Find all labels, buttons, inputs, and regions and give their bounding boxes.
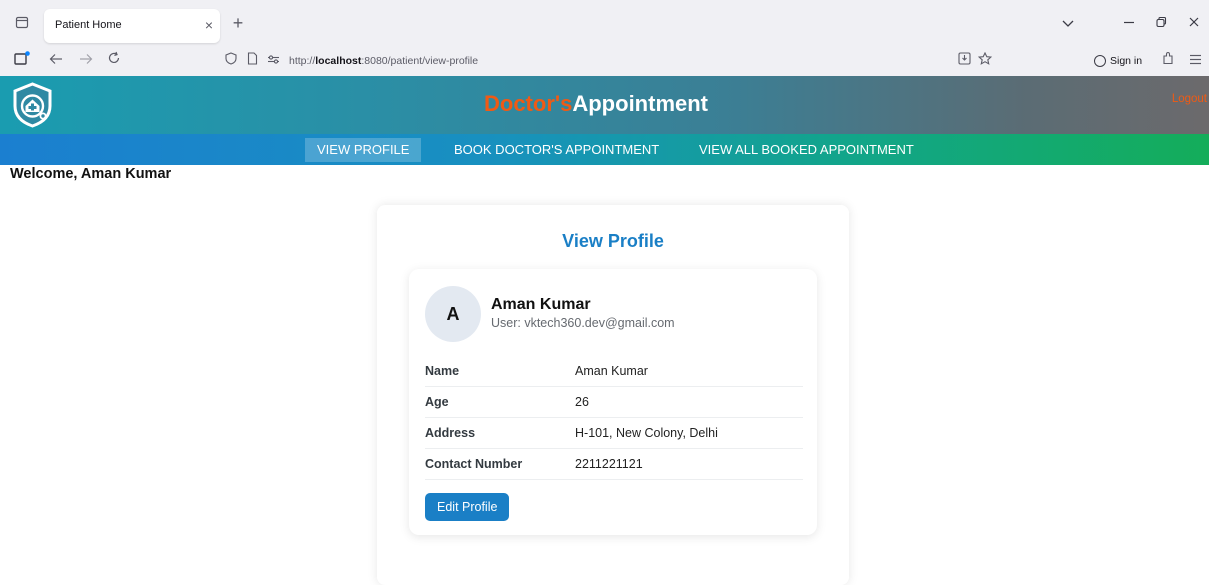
permissions-icon[interactable]: [264, 51, 282, 71]
reload-icon[interactable]: [104, 51, 124, 71]
sidebar-toggle-icon[interactable]: [12, 51, 32, 71]
close-tab-icon[interactable]: ×: [201, 15, 217, 35]
url-text[interactable]: http://localhost:8080/patient/view-profi…: [289, 55, 478, 67]
profile-details-panel: A Aman Kumar User: vktech360.dev@gmail.c…: [409, 269, 817, 535]
field-value: Aman Kumar: [575, 364, 648, 378]
page-title: View Profile: [562, 231, 664, 251]
menu-item-book-appointment[interactable]: BOOK DOCTOR'S APPOINTMENT: [442, 138, 671, 162]
profile-card: View Profile A Aman Kumar User: vktech36…: [377, 205, 849, 585]
profile-name: Aman Kumar: [491, 296, 591, 313]
menu-item-view-profile[interactable]: VIEW PROFILE: [305, 138, 422, 162]
edit-profile-button[interactable]: Edit Profile: [425, 493, 510, 521]
profile-row-address: Address H-101, New Colony, Delhi: [425, 418, 803, 449]
address-bar[interactable]: http://localhost:8080/patient/view-profi…: [220, 48, 1010, 74]
logout-link[interactable]: Logout: [1172, 93, 1207, 105]
extensions-icon[interactable]: [1158, 51, 1178, 71]
browser-tab[interactable]: Patient Home ×: [44, 9, 220, 43]
new-tab-icon[interactable]: +: [228, 14, 248, 34]
field-label: Age: [425, 395, 449, 409]
welcome-text: Welcome, Aman Kumar: [10, 166, 172, 182]
tab-list-icon[interactable]: [12, 12, 32, 32]
brand-title: Doctor'sAppointment: [484, 91, 708, 117]
profile-row-age: Age 26: [425, 387, 803, 418]
url-scheme: http://: [289, 55, 316, 67]
forward-arrow-icon[interactable]: [76, 51, 96, 71]
main-menu: VIEW PROFILE BOOK DOCTOR'S APPOINTMENT V…: [0, 134, 1209, 165]
bookmark-star-icon[interactable]: [976, 51, 994, 71]
profile-row-name: Name Aman Kumar: [425, 356, 803, 387]
clinic-logo-icon[interactable]: [10, 81, 55, 129]
site-header: Doctor'sAppointment Logout: [0, 76, 1209, 134]
sign-in-button[interactable]: Sign in: [1094, 49, 1154, 73]
brand-title-doctors: Doctor's: [484, 91, 573, 116]
menu-item-view-booked-appointments[interactable]: VIEW ALL BOOKED APPOINTMENT: [687, 138, 926, 162]
field-value: 2211221121: [575, 457, 643, 471]
reader-view-icon[interactable]: [955, 51, 973, 71]
field-value: H-101, New Colony, Delhi: [575, 426, 718, 440]
avatar: A: [425, 286, 481, 342]
close-window-icon[interactable]: [1183, 14, 1205, 34]
menu-hamburger-icon[interactable]: [1185, 51, 1205, 71]
browser-tab-strip: Patient Home × +: [0, 0, 1209, 46]
brand-title-appointment: Appointment: [572, 91, 709, 116]
account-icon: [1094, 55, 1106, 67]
field-label: Name: [425, 364, 460, 378]
shield-icon[interactable]: [222, 51, 240, 71]
minimize-window-icon[interactable]: [1118, 14, 1140, 34]
sign-in-label: Sign in: [1110, 55, 1143, 67]
url-path: :8080/patient/view-profile: [361, 55, 479, 67]
field-value: 26: [575, 395, 589, 409]
tab-overflow-chevron-icon[interactable]: [1057, 14, 1079, 34]
back-arrow-icon[interactable]: [46, 51, 66, 71]
page-info-icon[interactable]: [243, 51, 261, 71]
profile-row-contact-number: Contact Number 2211221121: [425, 449, 803, 480]
field-label: Address: [425, 426, 476, 440]
browser-navbar: http://localhost:8080/patient/view-profi…: [0, 46, 1209, 76]
url-host: localhost: [315, 55, 362, 67]
restore-window-icon[interactable]: [1150, 14, 1172, 34]
profile-user-email: User: vktech360.dev@gmail.com: [491, 316, 675, 330]
tab-title: Patient Home: [55, 19, 122, 31]
field-label: Contact Number: [425, 457, 523, 471]
